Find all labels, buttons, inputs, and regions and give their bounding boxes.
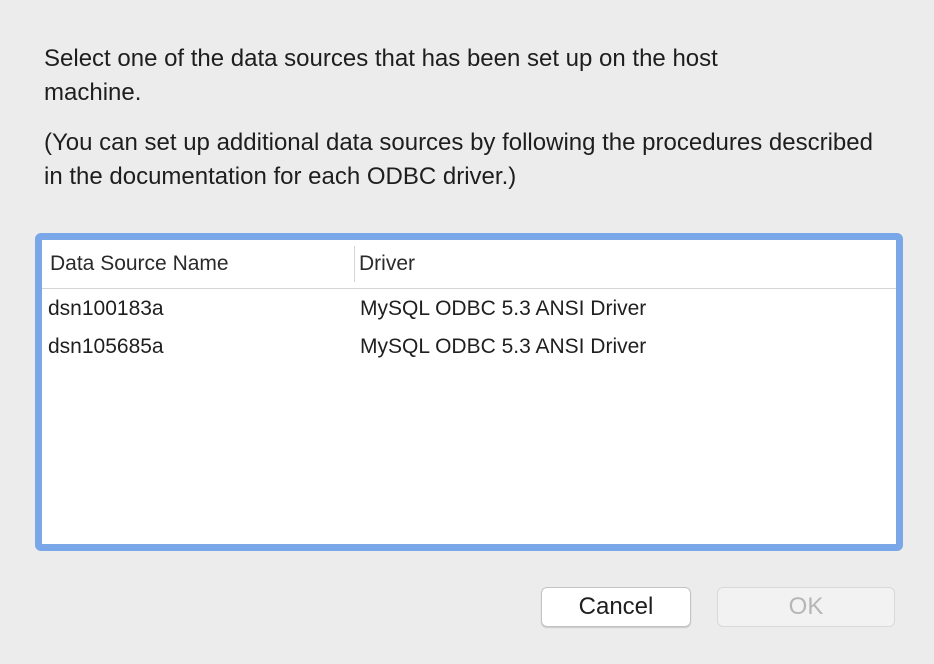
ok-button[interactable]: OK xyxy=(717,587,895,627)
instructions: Select one of the data sources that has … xyxy=(44,42,894,194)
cell-driver: MySQL ODBC 5.3 ANSI Driver xyxy=(360,297,647,320)
cancel-button[interactable]: Cancel xyxy=(541,587,691,627)
table-header: Data Source Name Driver xyxy=(42,240,896,289)
data-source-dialog: Select one of the data sources that has … xyxy=(0,0,934,664)
table-row[interactable]: dsn105685a MySQL ODBC 5.3 ANSI Driver xyxy=(42,328,896,366)
instruction-text: Select one of the data sources that has … xyxy=(44,45,718,106)
table-rows: dsn100183a MySQL ODBC 5.3 ANSI Driver ds… xyxy=(42,290,896,366)
column-header-data-source-name[interactable]: Data Source Name xyxy=(50,240,350,288)
instruction-note: (You can set up additional data sources … xyxy=(44,129,873,190)
data-source-table[interactable]: Data Source Name Driver dsn100183a MySQL… xyxy=(35,233,903,551)
cell-data-source-name: dsn105685a xyxy=(48,335,164,358)
table-body[interactable]: Data Source Name Driver dsn100183a MySQL… xyxy=(42,240,896,544)
cell-data-source-name: dsn100183a xyxy=(48,297,164,320)
column-header-driver[interactable]: Driver xyxy=(354,246,654,282)
cell-driver: MySQL ODBC 5.3 ANSI Driver xyxy=(360,335,647,358)
table-row[interactable]: dsn100183a MySQL ODBC 5.3 ANSI Driver xyxy=(42,290,896,328)
